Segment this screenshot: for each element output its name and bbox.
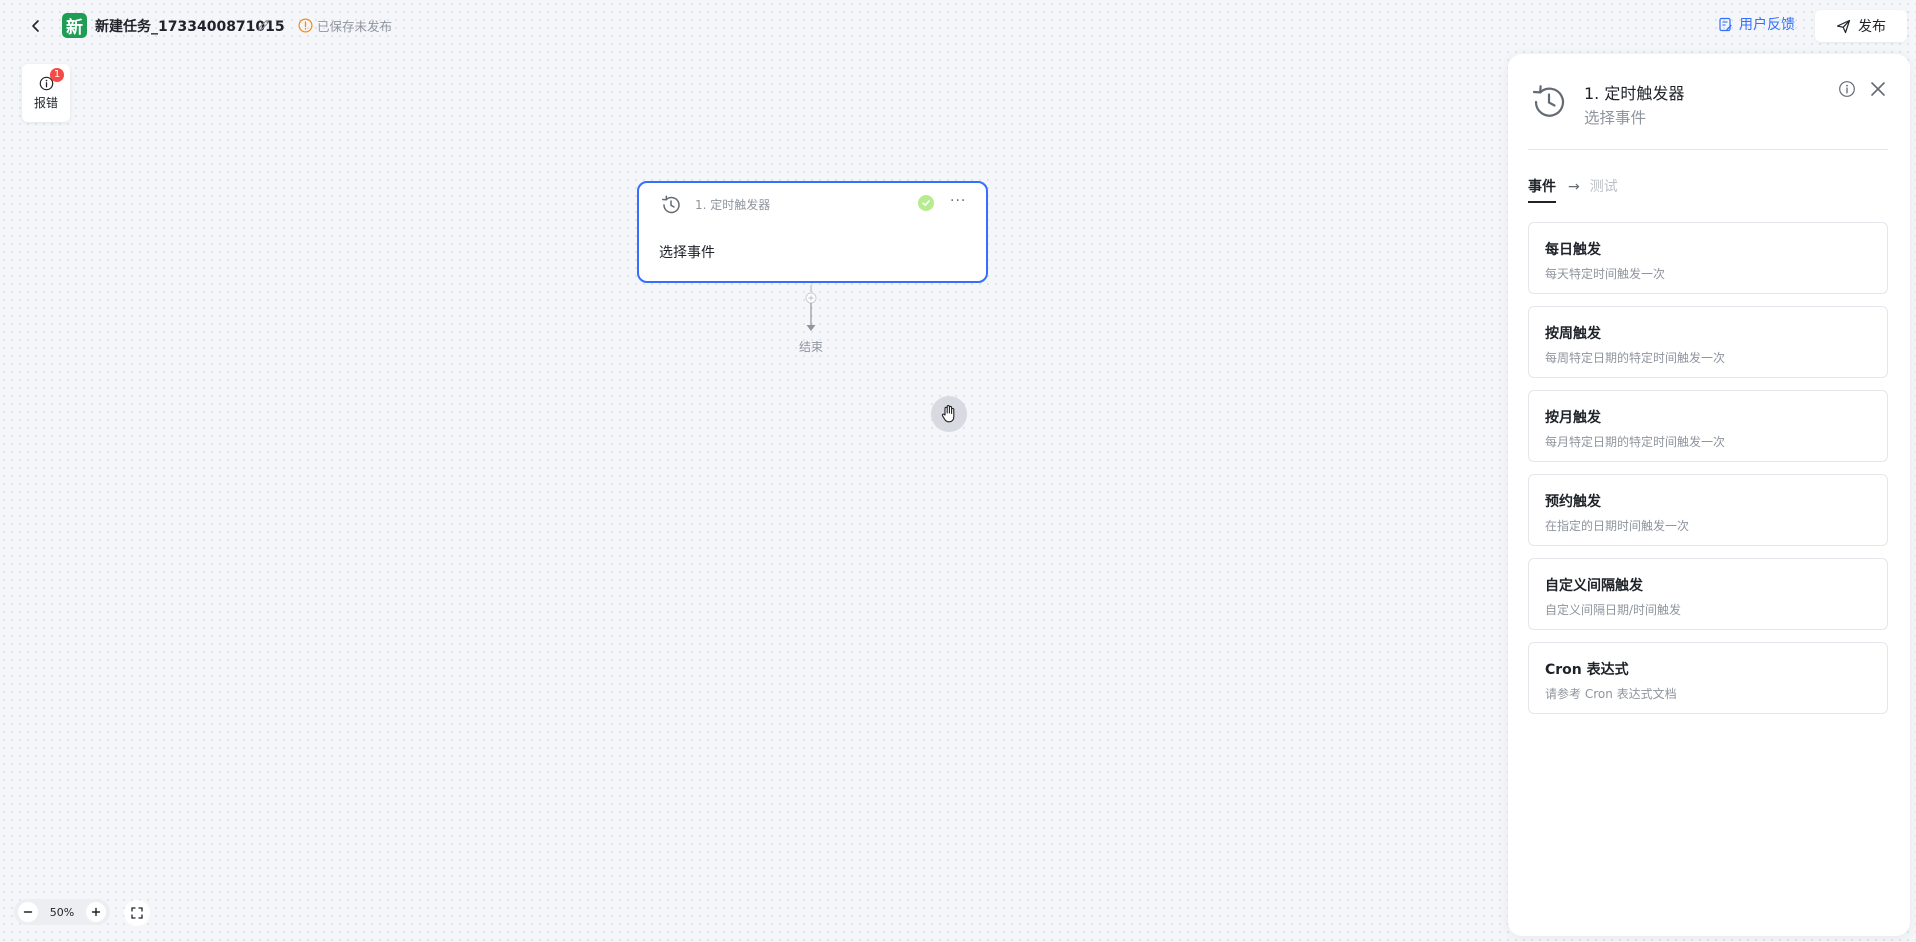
trigger-config-panel: 1. 定时触发器 选择事件 事件 → 测试 每日触发 每天特定时间触发一次 按周…	[1508, 54, 1910, 936]
zoom-out-button[interactable]	[18, 902, 38, 922]
trigger-options-list: 每日触发 每天特定时间触发一次 按周触发 每周特定日期的特定时间触发一次 按月触…	[1528, 222, 1888, 726]
history-clock-icon	[662, 195, 680, 214]
flow-connector	[805, 285, 817, 331]
option-title: 自定义间隔触发	[1545, 578, 1643, 594]
option-title: Cron 表达式	[1545, 662, 1629, 678]
panel-tabs: 事件 → 测试	[1528, 176, 1618, 203]
close-icon	[1871, 82, 1885, 96]
edit-title-icon[interactable]	[257, 17, 275, 35]
option-title: 按周触发	[1545, 326, 1601, 342]
node-body-text: 选择事件	[659, 245, 715, 261]
hand-cursor-icon	[931, 396, 967, 432]
more-options-icon[interactable]: ···	[950, 193, 966, 209]
close-panel-button[interactable]	[1868, 79, 1888, 99]
publish-label: 发布	[1858, 19, 1886, 35]
fullscreen-icon	[131, 907, 143, 919]
option-desc: 自定义间隔日期/时间触发	[1545, 603, 1682, 617]
panel-subtitle: 选择事件	[1584, 109, 1647, 127]
zoom-controls: 50%	[14, 899, 110, 925]
minus-icon	[23, 911, 33, 913]
user-feedback-button[interactable]: 用户反馈	[1718, 14, 1795, 34]
end-node-label: 结束	[799, 340, 824, 354]
zoom-level: 50%	[49, 905, 75, 919]
option-desc: 每天特定时间触发一次	[1545, 267, 1666, 281]
option-daily-trigger[interactable]: 每日触发 每天特定时间触发一次	[1528, 222, 1888, 294]
tab-event[interactable]: 事件	[1528, 176, 1556, 203]
panel-title: 1. 定时触发器	[1584, 84, 1685, 103]
save-status: 已保存未发布	[298, 16, 392, 35]
error-report-button[interactable]: 报错 1	[22, 64, 70, 122]
feedback-label: 用户反馈	[1739, 17, 1795, 33]
option-desc: 请参考 Cron 表达式文档	[1545, 687, 1677, 701]
error-count-badge: 1	[50, 68, 64, 82]
check-circle-icon	[918, 195, 934, 211]
plus-icon	[91, 907, 101, 917]
chevron-left-icon	[32, 20, 39, 32]
option-custom-interval-trigger[interactable]: 自定义间隔触发 自定义间隔日期/时间触发	[1528, 558, 1888, 630]
option-monthly-trigger[interactable]: 按月触发 每月特定日期的特定时间触发一次	[1528, 390, 1888, 462]
feedback-icon	[1719, 17, 1732, 31]
back-button[interactable]	[24, 12, 48, 40]
option-title: 每日触发	[1545, 242, 1601, 258]
option-desc: 在指定的日期时间触发一次	[1545, 519, 1690, 533]
publish-button[interactable]: 发布	[1815, 10, 1907, 42]
history-clock-icon	[1532, 85, 1565, 117]
save-status-text: 已保存未发布	[317, 19, 393, 34]
report-label: 报错	[33, 95, 58, 110]
tab-test[interactable]: 测试	[1590, 176, 1618, 203]
option-cron-expression[interactable]: Cron 表达式 请参考 Cron 表达式文档	[1528, 642, 1888, 714]
zoom-in-button[interactable]	[85, 902, 106, 922]
top-header: 新 新建任务_1733400871015 已保存未发布 用户反馈 发布	[0, 0, 1916, 52]
trigger-node-card[interactable]: 1. 定时触发器 ··· 选择事件	[637, 181, 988, 283]
panel-divider	[1528, 149, 1888, 150]
send-icon	[1836, 19, 1851, 33]
fit-view-button[interactable]	[124, 900, 150, 926]
arrow-right-icon: →	[1568, 178, 1580, 195]
option-scheduled-trigger[interactable]: 预约触发 在指定的日期时间触发一次	[1528, 474, 1888, 546]
app-logo: 新	[62, 13, 87, 38]
option-desc: 每月特定日期的特定时间触发一次	[1545, 435, 1726, 449]
option-title: 按月触发	[1545, 410, 1601, 426]
option-title: 预约触发	[1545, 494, 1601, 510]
info-icon[interactable]	[1838, 80, 1856, 98]
option-desc: 每周特定日期的特定时间触发一次	[1545, 351, 1726, 365]
node-title: 1. 定时触发器	[695, 198, 771, 212]
warning-icon	[298, 18, 313, 33]
option-weekly-trigger[interactable]: 按周触发 每周特定日期的特定时间触发一次	[1528, 306, 1888, 378]
